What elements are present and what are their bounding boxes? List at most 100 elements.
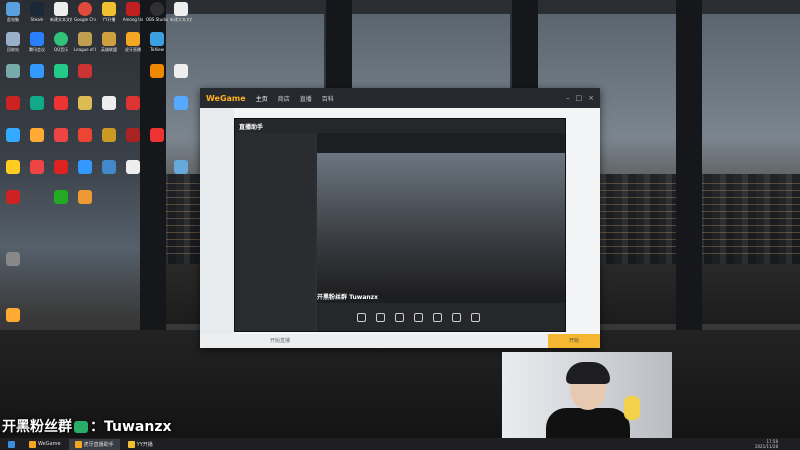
huya-toolbar <box>317 303 565 331</box>
desktop-icon[interactable]: Among Us <box>122 2 144 22</box>
wegame-titlebar[interactable]: WeGame 主页 商店 直播 百科 – □ × <box>200 88 600 108</box>
desktop-icon[interactable] <box>74 96 96 110</box>
desktop-icon[interactable]: League of Legends <box>74 32 96 52</box>
desktop-icon[interactable] <box>170 96 192 110</box>
game-icon[interactable] <box>414 312 423 322</box>
wegame-bottom-bar: 开始直播 <box>200 334 600 348</box>
desktop-icon[interactable] <box>26 128 48 142</box>
desktop-icon[interactable] <box>2 252 24 266</box>
plush-toy <box>624 396 640 420</box>
desktop-icon[interactable] <box>98 96 120 110</box>
taskbar-item[interactable]: YY开播 <box>122 439 159 450</box>
desktop-icon[interactable] <box>50 96 72 110</box>
huya-titlebar[interactable]: 直播助手 <box>235 119 565 133</box>
huya-main-panel: 开黑粉丝群 Tuwanzx <box>317 133 565 331</box>
desktop-icon[interactable]: 腾讯会议 <box>26 32 48 53</box>
app-icon <box>6 96 20 110</box>
huya-left-panel <box>235 133 315 331</box>
nvidia-icon <box>54 190 68 204</box>
taskbar-item-label: 虎牙直播助手 <box>83 441 114 448</box>
desktop-icon[interactable] <box>170 64 192 78</box>
desktop-icon[interactable] <box>146 128 168 142</box>
wechat-icon <box>54 64 68 78</box>
desktop-icon[interactable] <box>98 128 120 142</box>
minimize-icon[interactable]: – <box>566 94 570 102</box>
desktop-icon[interactable] <box>74 64 96 78</box>
tab-store[interactable]: 商店 <box>278 94 290 103</box>
windows-icon <box>8 440 15 448</box>
stream-preview <box>317 153 565 293</box>
watermark-prefix: 开黑粉丝群 <box>2 419 72 435</box>
app-icon <box>54 96 68 110</box>
desktop-icon[interactable] <box>74 190 96 204</box>
desktop-icon[interactable]: 虎牙直播 <box>122 32 144 53</box>
steam-icon <box>30 2 44 16</box>
huya-assistant-window[interactable]: 直播助手 开黑粉丝群 Tuwanzx <box>234 118 566 332</box>
desktop-icon[interactable]: 此电脑 <box>2 2 24 23</box>
desktop-icon[interactable] <box>98 160 120 174</box>
tab-live[interactable]: 直播 <box>300 94 312 103</box>
taskbar-item[interactable]: WeGame <box>23 439 67 450</box>
screen-icon[interactable] <box>357 312 366 322</box>
yy-icon <box>102 2 116 16</box>
huya-icon <box>74 440 82 448</box>
camera-icon[interactable] <box>376 312 385 322</box>
desktop-icon[interactable] <box>26 96 48 110</box>
app-icon <box>6 252 20 266</box>
tab-home[interactable]: 主页 <box>256 94 268 103</box>
desktop-icon[interactable] <box>50 190 72 204</box>
desktop-icon[interactable] <box>122 160 144 174</box>
desktop-icon[interactable] <box>2 160 24 174</box>
desktop-icon[interactable]: 新建文本文档 <box>50 2 72 23</box>
desktop-icon[interactable] <box>50 160 72 174</box>
wegame-icon <box>29 440 36 448</box>
desktop-icon[interactable]: TeXiew <box>146 32 168 52</box>
window-icon[interactable] <box>395 312 404 322</box>
desktop-icon[interactable]: 英雄联盟 <box>98 32 120 53</box>
qq-music-icon <box>54 32 68 46</box>
desktop-icon[interactable]: OBS Studio <box>146 2 168 22</box>
start-button[interactable] <box>2 439 21 450</box>
desktop-icon[interactable] <box>170 160 192 174</box>
desktop-icon[interactable] <box>74 160 96 174</box>
webcam-overlay <box>502 352 672 450</box>
desktop-icon[interactable]: 回收站 <box>2 32 24 53</box>
app-icon <box>30 128 44 142</box>
desktop-icon[interactable]: 新建文本文档 <box>170 2 192 23</box>
app-icon <box>6 64 20 78</box>
desktop-icon[interactable] <box>74 128 96 142</box>
desktop-icon[interactable] <box>2 308 24 322</box>
start-button[interactable]: 开始 <box>548 334 600 348</box>
text-file-icon <box>174 64 188 78</box>
text-icon[interactable] <box>433 312 442 322</box>
desktop-icon[interactable]: QQ音乐 <box>50 32 72 53</box>
taskbar-item[interactable]: 虎牙直播助手 <box>68 438 120 450</box>
desktop-icon[interactable] <box>50 128 72 142</box>
clock-date: 2021/11/28 <box>754 444 778 449</box>
close-icon[interactable]: × <box>588 94 594 102</box>
desktop-icon[interactable] <box>122 96 144 110</box>
speaker-icon[interactable] <box>471 312 480 322</box>
desktop-icon[interactable] <box>2 64 24 78</box>
desktop-icon[interactable] <box>50 64 72 78</box>
system-clock[interactable]: 17:58 2021/11/28 <box>755 439 798 449</box>
obs-icon <box>150 2 164 16</box>
desktop-icon[interactable] <box>26 64 48 78</box>
desktop-icon[interactable]: Steam <box>26 2 48 22</box>
maximize-icon[interactable]: □ <box>576 94 583 102</box>
desktop-icon[interactable] <box>2 128 24 142</box>
app-icon <box>78 128 92 142</box>
tab-wiki[interactable]: 百科 <box>322 94 334 103</box>
desktop-icon[interactable]: Google Chrome <box>74 2 96 22</box>
desktop-icon[interactable]: YY开播 <box>98 2 120 23</box>
desktop-icon[interactable] <box>2 190 24 204</box>
microphone-icon[interactable] <box>452 312 461 322</box>
among-us-icon <box>6 190 20 204</box>
desktop-icon[interactable] <box>2 96 24 110</box>
desktop-icon[interactable] <box>26 160 48 174</box>
wegame-bottom-text: 开始直播 <box>270 338 291 344</box>
app-icon <box>30 96 44 110</box>
desktop-icon[interactable] <box>122 128 144 142</box>
app-icon <box>150 64 164 78</box>
desktop-icon[interactable] <box>146 64 168 78</box>
